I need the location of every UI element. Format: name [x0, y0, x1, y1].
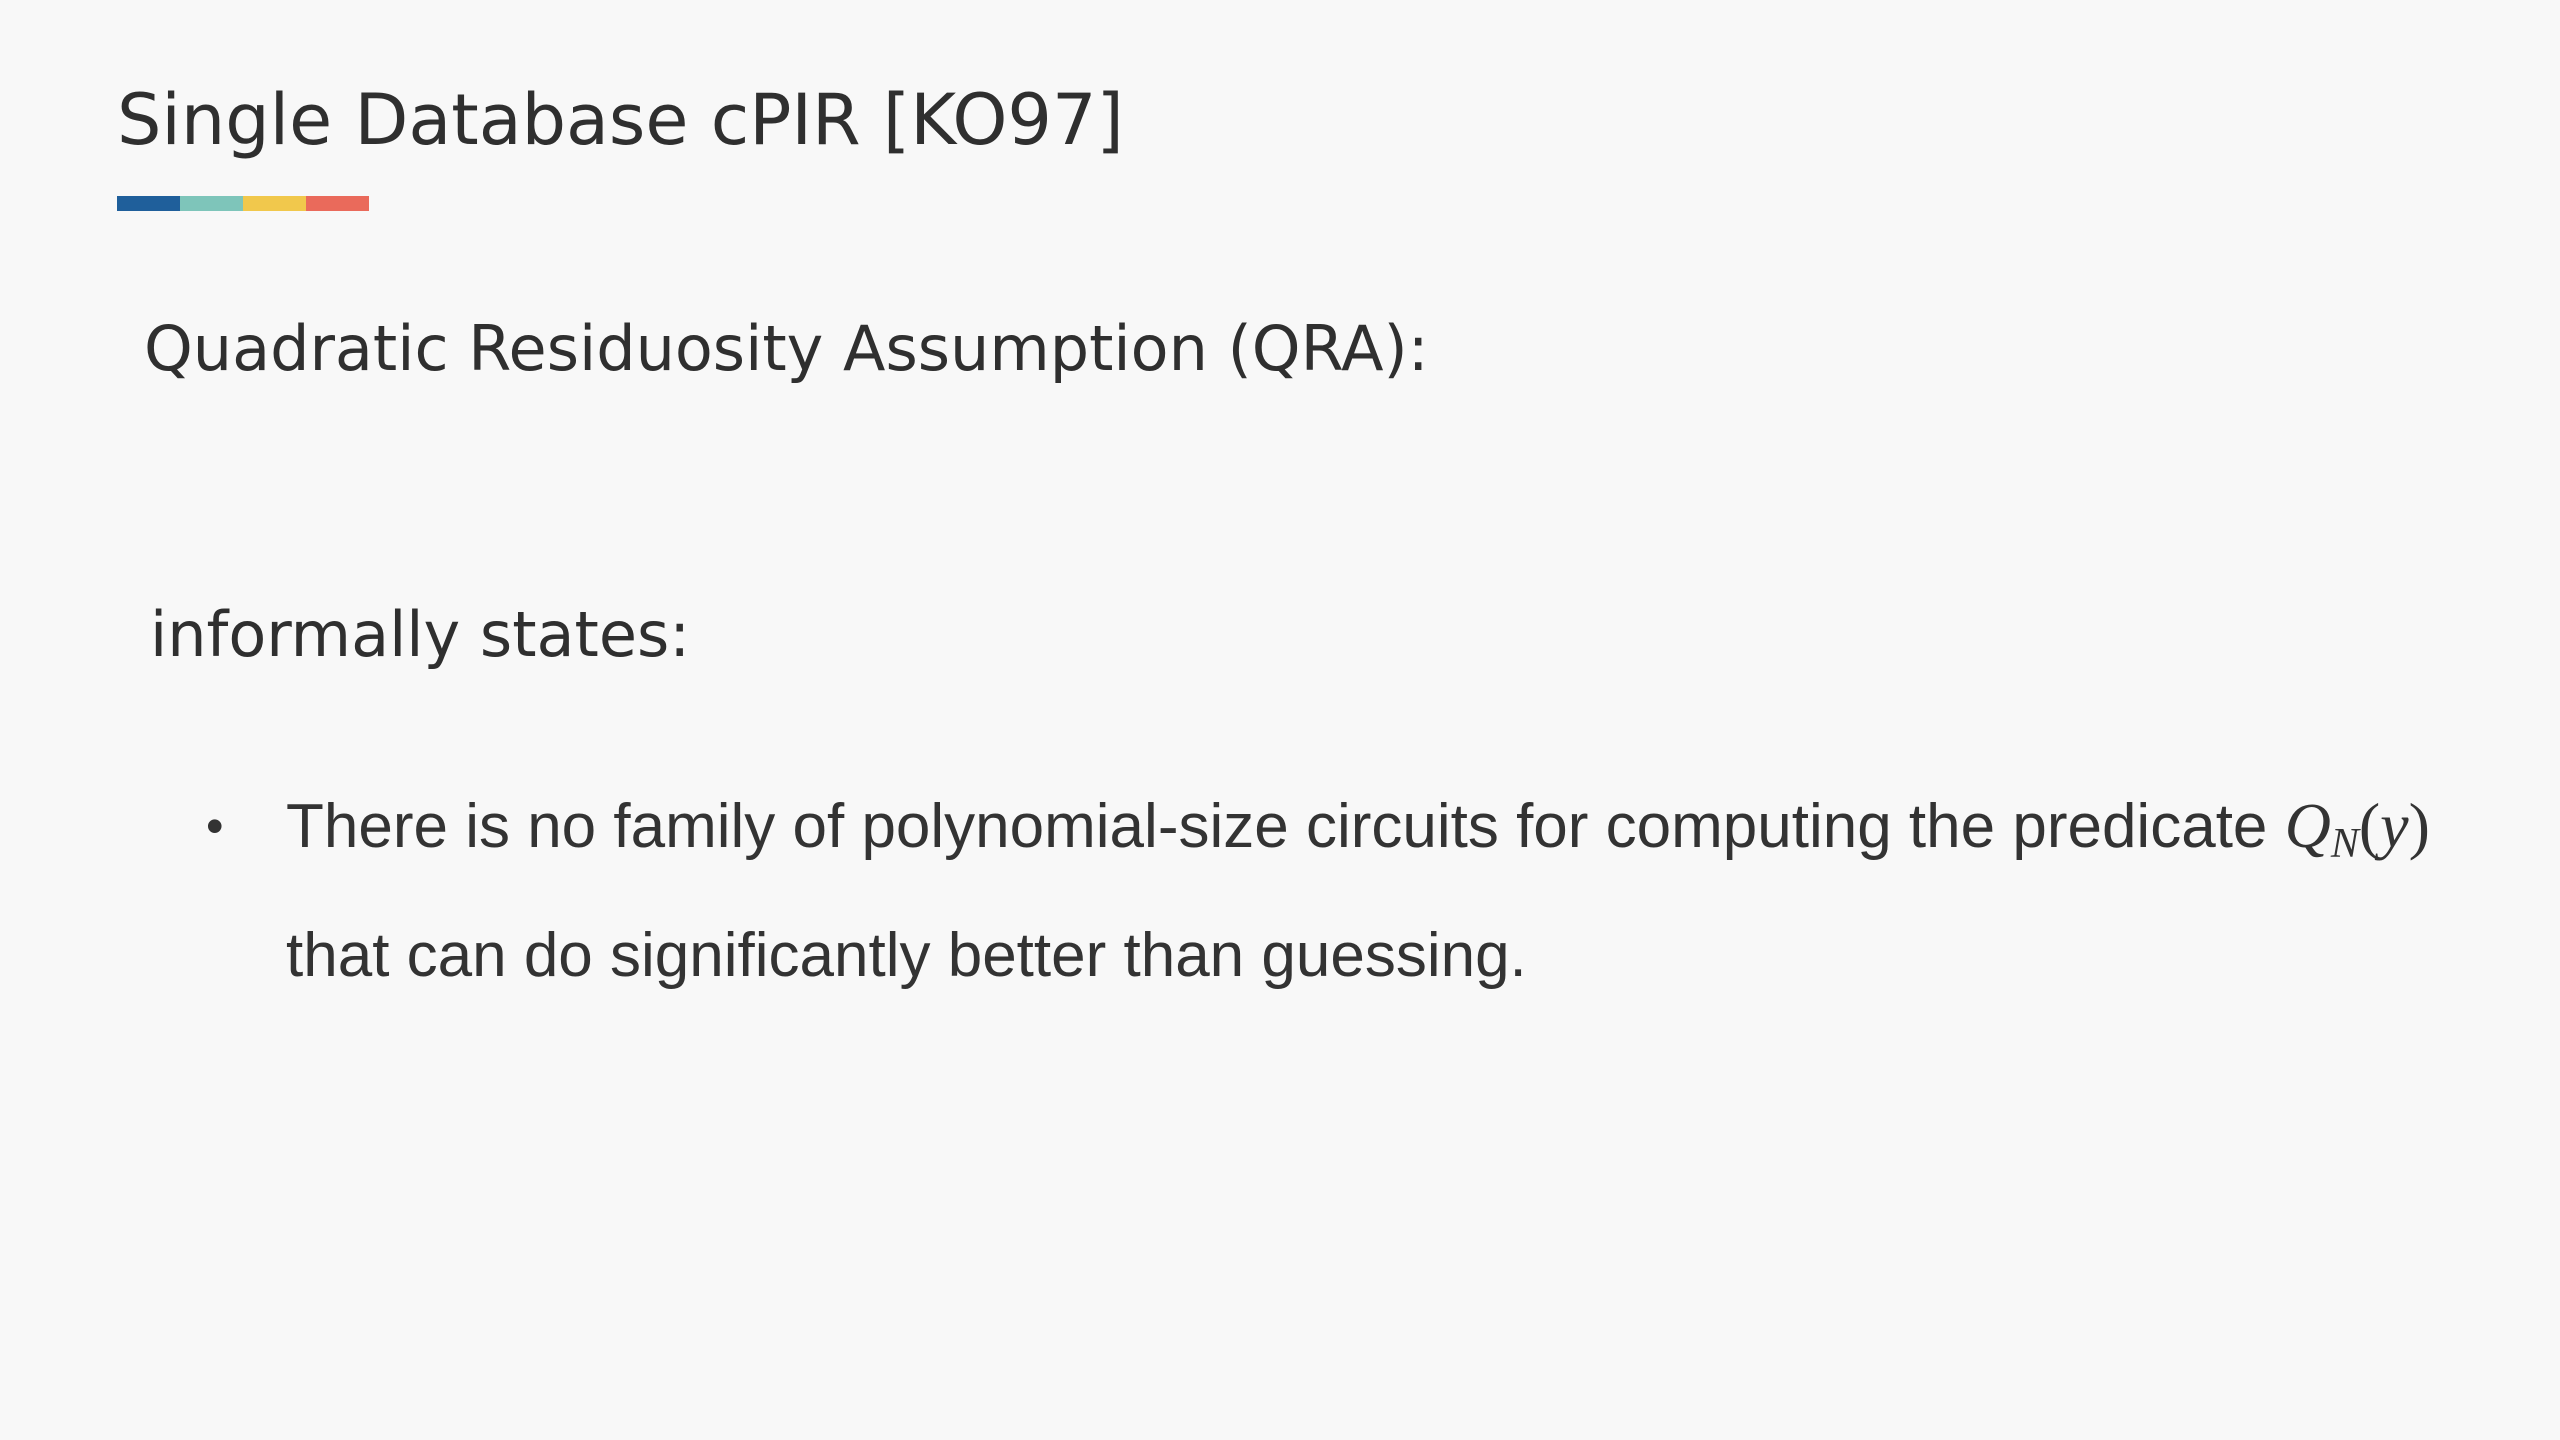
title-accent-bar: [117, 196, 369, 211]
math-open-paren: (: [2358, 790, 2381, 861]
math-argument: y: [2380, 790, 2409, 861]
math-symbol: Q: [2284, 790, 2331, 861]
bullet-text-after: that can do significantly better than gu…: [286, 921, 1527, 990]
list-item: • There is no family of polynomial-size …: [200, 770, 2460, 1012]
accent-segment-red: [306, 196, 369, 211]
informal-heading: informally states:: [150, 598, 691, 671]
slide: Single Database cPIR [KO97] Quadratic Re…: [0, 0, 2560, 1440]
bullet-text-before: There is no family of polynomial-size ci…: [286, 792, 2285, 861]
accent-segment-blue: [117, 196, 180, 211]
accent-segment-teal: [180, 196, 243, 211]
math-subscript: N: [2330, 821, 2359, 867]
qra-heading: Quadratic Residuosity Assumption (QRA):: [144, 312, 1429, 385]
math-expression: QN(y): [2284, 790, 2430, 867]
bullet-list: • There is no family of polynomial-size …: [200, 770, 2460, 1012]
math-close-paren: ): [2408, 790, 2430, 861]
slide-title: Single Database cPIR [KO97]: [117, 79, 1124, 161]
accent-segment-yellow: [243, 196, 306, 211]
bullet-marker: •: [206, 798, 224, 854]
